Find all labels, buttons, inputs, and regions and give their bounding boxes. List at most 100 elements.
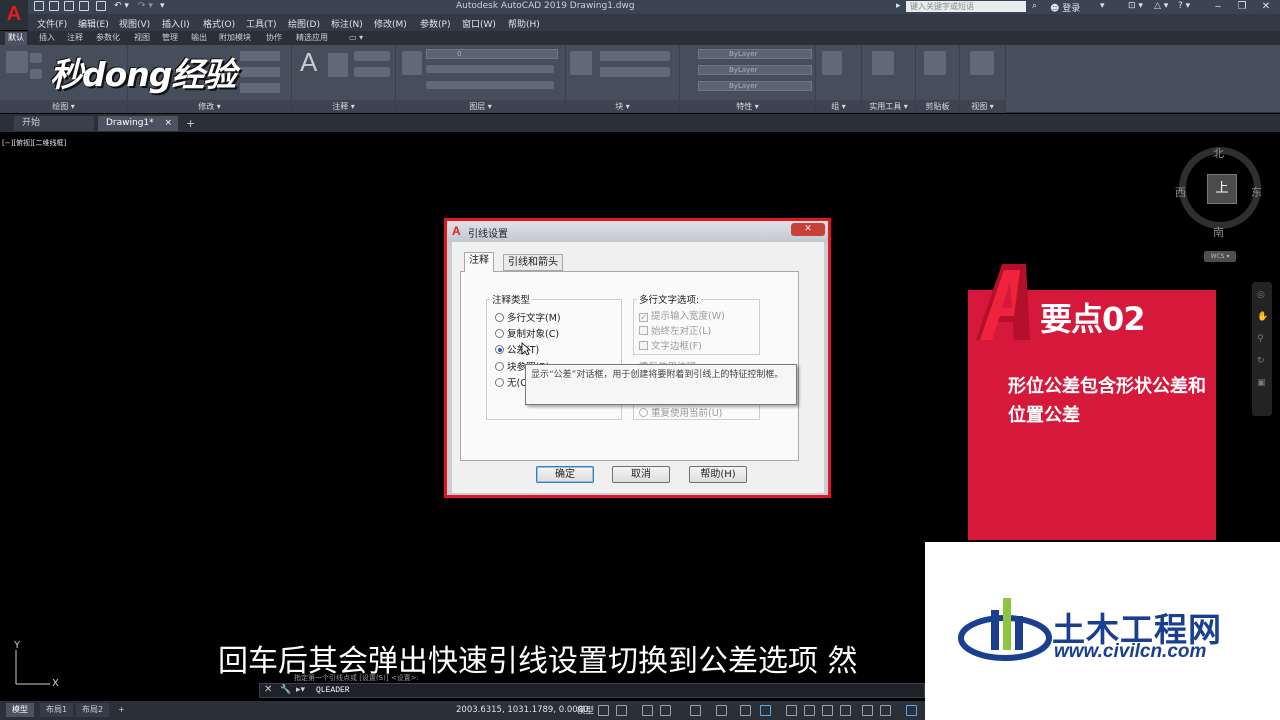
viewcube-top-face[interactable]: 上 (1207, 174, 1237, 204)
radio-button[interactable] (495, 362, 504, 371)
radio-button[interactable] (495, 329, 504, 338)
layout-tab-model[interactable]: 模型 (6, 703, 34, 717)
new-tab-button[interactable]: + (186, 117, 195, 130)
menu-draw[interactable]: 绘图(D) (288, 17, 320, 30)
close-command-line-icon[interactable]: ✕ (264, 684, 272, 695)
tab-insert[interactable]: 插入 (36, 32, 58, 45)
command-input[interactable]: QLEADER (316, 686, 350, 695)
file-tab-start[interactable]: 开始 (14, 116, 94, 131)
radio-button[interactable] (639, 408, 648, 417)
new-file-icon[interactable] (34, 1, 44, 11)
lineweight-icon[interactable] (760, 705, 771, 716)
compass-east[interactable]: 东 (1251, 184, 1262, 200)
menu-insert[interactable]: 插入(I) (162, 17, 190, 30)
object-snap-tracking-icon[interactable] (716, 705, 727, 716)
circle-icon[interactable] (30, 69, 42, 79)
insert-block-icon[interactable] (570, 51, 592, 75)
panel-title[interactable]: 视图 ▾ (960, 100, 1005, 113)
checkbox[interactable] (639, 326, 648, 335)
object-snap-icon[interactable] (740, 705, 751, 716)
radio-button[interactable] (495, 378, 504, 387)
compass-west[interactable]: 西 (1175, 184, 1186, 200)
search-icon[interactable]: ▸ (896, 1, 901, 11)
isodraft-icon[interactable] (690, 705, 701, 716)
polar-icon[interactable] (660, 705, 671, 716)
layout-tab-layout1[interactable]: 布局1 (40, 703, 74, 717)
panel-title[interactable]: 剪贴板 (916, 100, 959, 113)
pan-icon[interactable]: ✋ (1257, 312, 1268, 322)
quick-properties-icon[interactable] (862, 705, 873, 716)
fillet-icon[interactable] (240, 67, 280, 77)
cancel-button[interactable]: 取消 (612, 466, 670, 483)
transparency-icon[interactable] (786, 705, 797, 716)
restore-button[interactable]: ❐ (1230, 0, 1254, 14)
layout-tab-layout2[interactable]: 布局2 (76, 703, 110, 717)
menu-edit[interactable]: 编辑(E) (78, 17, 109, 30)
undo-icon[interactable]: ↶ ▾ (114, 1, 129, 11)
help-icon[interactable]: ? ▾ (1178, 1, 1190, 11)
radio-button[interactable] (495, 313, 504, 322)
open-file-icon[interactable] (49, 1, 59, 11)
checkbox[interactable] (639, 341, 648, 350)
radio-copy-object[interactable]: 复制对象(C) (495, 326, 559, 340)
panel-title[interactable]: 注释 ▾ (292, 100, 395, 113)
annotation-monitor-icon[interactable] (822, 705, 833, 716)
create-block-icon[interactable] (600, 51, 670, 61)
file-tab-drawing[interactable]: Drawing1* × (98, 116, 178, 131)
help-button[interactable]: 帮助(H) (689, 466, 747, 483)
polyline-icon[interactable] (30, 53, 42, 63)
layer-tools-icon[interactable] (426, 65, 554, 73)
checkbox-always-left[interactable]: 始终左对正(L) (639, 323, 711, 337)
panel-title[interactable]: 绘图 ▾ (0, 100, 127, 113)
command-line[interactable]: ✕ 🔧 ▸▾ QLEADER (259, 683, 925, 698)
print-icon[interactable] (96, 1, 106, 11)
dropdown-icon[interactable]: ▾ (1100, 1, 1105, 11)
menu-tools[interactable]: 工具(T) (246, 17, 277, 30)
ok-button[interactable]: 确定 (536, 466, 594, 483)
wrench-icon[interactable]: 🔧 (280, 685, 291, 695)
menu-format[interactable]: 格式(O) (203, 17, 235, 30)
close-window-button[interactable]: ✕ (1254, 0, 1278, 14)
tab-leader-arrow[interactable]: 引线和箭头 (503, 254, 563, 271)
autodesk-a360-icon[interactable]: △ ▾ (1154, 1, 1168, 11)
paste-icon[interactable] (924, 51, 946, 75)
trim-icon[interactable] (240, 51, 280, 61)
cart-icon[interactable]: ⊡ ▾ (1128, 1, 1143, 11)
tab-output[interactable]: 输出 (188, 32, 210, 45)
login-button[interactable]: ☻ 登录 (1050, 1, 1080, 14)
tab-view[interactable]: 视图 (131, 32, 153, 45)
checkbox-prompt-width[interactable]: ✓ 提示输入宽度(W) (639, 308, 725, 322)
minimize-button[interactable]: ‒ (1206, 0, 1230, 14)
redo-icon[interactable]: ↷ ▾ (138, 1, 153, 11)
search-input[interactable]: 键入关键字或短语 (906, 1, 1026, 12)
units-icon[interactable] (840, 705, 851, 716)
menu-view[interactable]: 视图(V) (119, 17, 150, 30)
menu-parametric[interactable]: 参数(P) (420, 17, 450, 30)
layer-dropdown[interactable]: 0 (426, 49, 558, 59)
radio-button-selected[interactable] (495, 345, 504, 354)
panel-title[interactable]: 图层 ▾ (396, 100, 565, 113)
menu-file[interactable]: 文件(F) (37, 17, 67, 30)
save-as-icon[interactable] (79, 1, 89, 11)
workspace-gear-icon[interactable] (906, 705, 917, 716)
panel-title[interactable]: 修改 ▾ (128, 100, 291, 113)
add-layout-button[interactable]: + (112, 703, 131, 717)
selection-cycling-icon[interactable] (804, 705, 815, 716)
leader-icon[interactable] (354, 51, 390, 61)
save-icon[interactable] (64, 1, 74, 11)
panel-title[interactable]: 组 ▾ (816, 100, 861, 113)
tab-default[interactable]: 默认 (5, 32, 27, 45)
close-tab-icon[interactable]: × (164, 116, 172, 130)
wcs-menu[interactable]: WCS ▾ (1204, 251, 1236, 262)
group-icon[interactable] (822, 51, 842, 75)
tab-annotate[interactable]: 注释 (64, 32, 86, 45)
text-tool-icon[interactable]: A (300, 47, 317, 78)
menu-help[interactable]: 帮助(H) (508, 17, 540, 30)
layer-tools-icon[interactable] (426, 81, 554, 89)
orbit-icon[interactable]: ↻ (1257, 356, 1267, 366)
measure-icon[interactable] (872, 51, 894, 75)
zoom-icon[interactable]: ⚲ (1257, 334, 1267, 344)
menu-window[interactable]: 窗口(W) (462, 17, 496, 30)
compass-south[interactable]: 南 (1213, 224, 1224, 240)
edit-block-icon[interactable] (600, 67, 670, 77)
